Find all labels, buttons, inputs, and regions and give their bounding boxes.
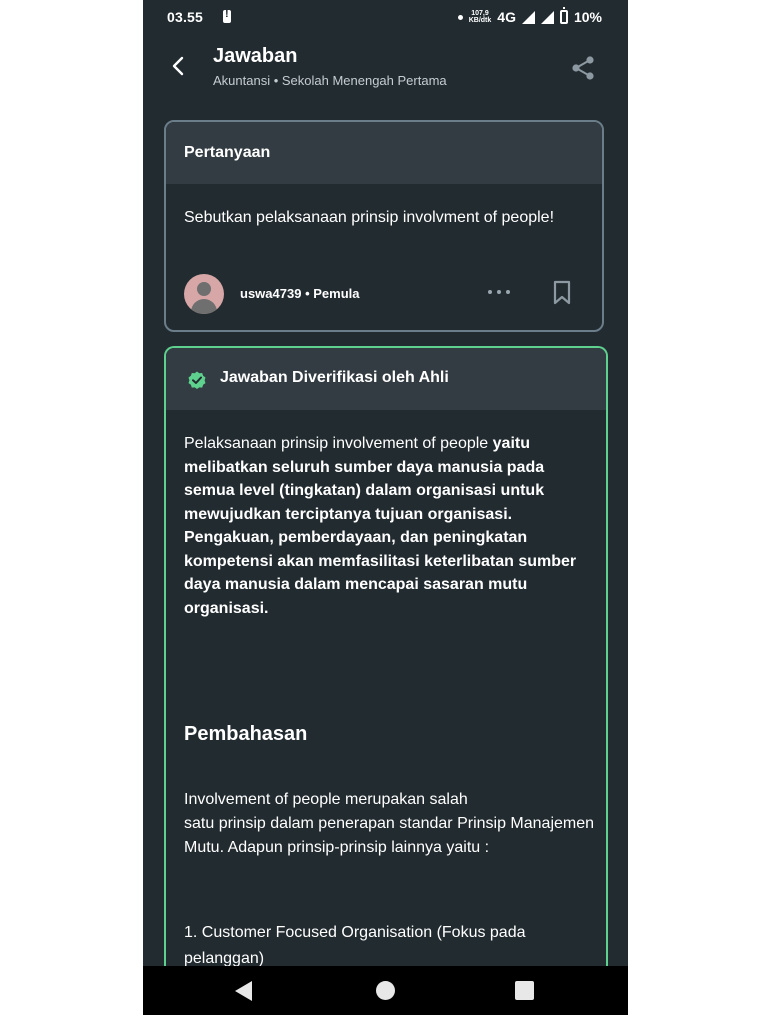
more-options-button[interactable] — [488, 290, 518, 298]
discussion-line-1: Involvement of people merupakan salah — [184, 791, 468, 808]
more-dot-icon — [488, 290, 492, 294]
battery-icon — [559, 7, 568, 24]
status-time: 03.55 — [167, 9, 204, 25]
question-heading: Pertanyaan — [184, 144, 271, 161]
avatar-body-icon — [191, 299, 217, 314]
answer-heading: Jawaban Diverifikasi oleh Ahli — [220, 369, 449, 386]
question-text: Sebutkan pelaksanaan prinsip involvment … — [184, 209, 555, 226]
status-right: 107,9 KB/dtk 4G 10% — [457, 7, 602, 25]
signal-icon — [521, 10, 535, 24]
answer-text: Pelaksanaan prinsip involvement of peopl… — [184, 432, 594, 620]
more-dot-icon — [497, 290, 501, 294]
battery-level: 10% — [573, 9, 602, 25]
avatar[interactable] — [184, 274, 224, 314]
notification-dot-icon — [457, 14, 463, 20]
nav-back-icon[interactable] — [235, 981, 252, 1001]
network-type: 4G — [497, 9, 516, 25]
question-card-header: Pertanyaan — [166, 122, 602, 184]
answer-card-header: Jawaban Diverifikasi oleh Ahli — [166, 348, 606, 410]
page-subtitle: Akuntansi • Sekolah Menengah Pertama — [213, 73, 447, 88]
alert-icon — [223, 8, 231, 23]
answer-card: Jawaban Diverifikasi oleh Ahli Pelaksana… — [164, 346, 608, 986]
signal-icon-2 — [540, 10, 554, 24]
answer-intro: Pelaksanaan prinsip involvement of peopl… — [184, 435, 489, 452]
verified-check-icon — [188, 371, 206, 389]
question-card: Pertanyaan Sebutkan pelaksanaan prinsip … — [164, 120, 604, 332]
status-bar: 03.55 107,9 KB/dtk 4G 10% — [143, 0, 628, 34]
bookmark-icon[interactable] — [552, 280, 572, 306]
app-screen: 03.55 107,9 KB/dtk 4G 10% Jawaban Akunta… — [143, 0, 628, 1015]
discussion-paragraph: Involvement of people merupakan salah sa… — [184, 788, 594, 860]
page-title: Jawaban — [213, 45, 298, 67]
rank-separator: • — [305, 286, 314, 301]
user-rank: Pemula — [313, 286, 360, 301]
share-icon[interactable] — [570, 55, 596, 81]
back-chevron-icon[interactable] — [167, 54, 191, 78]
network-speed: 107,9 KB/dtk — [469, 10, 492, 24]
more-dot-icon — [506, 290, 510, 294]
answer-bold-text: yaitu melibatkan seluruh sumber daya man… — [184, 435, 577, 617]
discussion-title: Pembahasan — [184, 723, 308, 745]
nav-recents-icon[interactable] — [515, 981, 534, 1000]
system-nav-bar — [143, 966, 628, 1015]
network-speed-value: 107,9 — [471, 10, 489, 17]
discussion-rest: satu prinsip dalam penerapan standar Pri… — [184, 815, 595, 856]
app-header: Jawaban Akuntansi • Sekolah Menengah Per… — [143, 34, 628, 110]
username[interactable]: uswa4739 — [240, 286, 301, 301]
avatar-head-icon — [197, 282, 211, 296]
question-author[interactable]: uswa4739 • Pemula — [240, 286, 359, 301]
network-speed-unit: KB/dtk — [468, 17, 492, 24]
nav-home-icon[interactable] — [376, 981, 395, 1000]
principle-list-item: 1. Customer Focused Organisation (Fokus … — [184, 924, 526, 967]
